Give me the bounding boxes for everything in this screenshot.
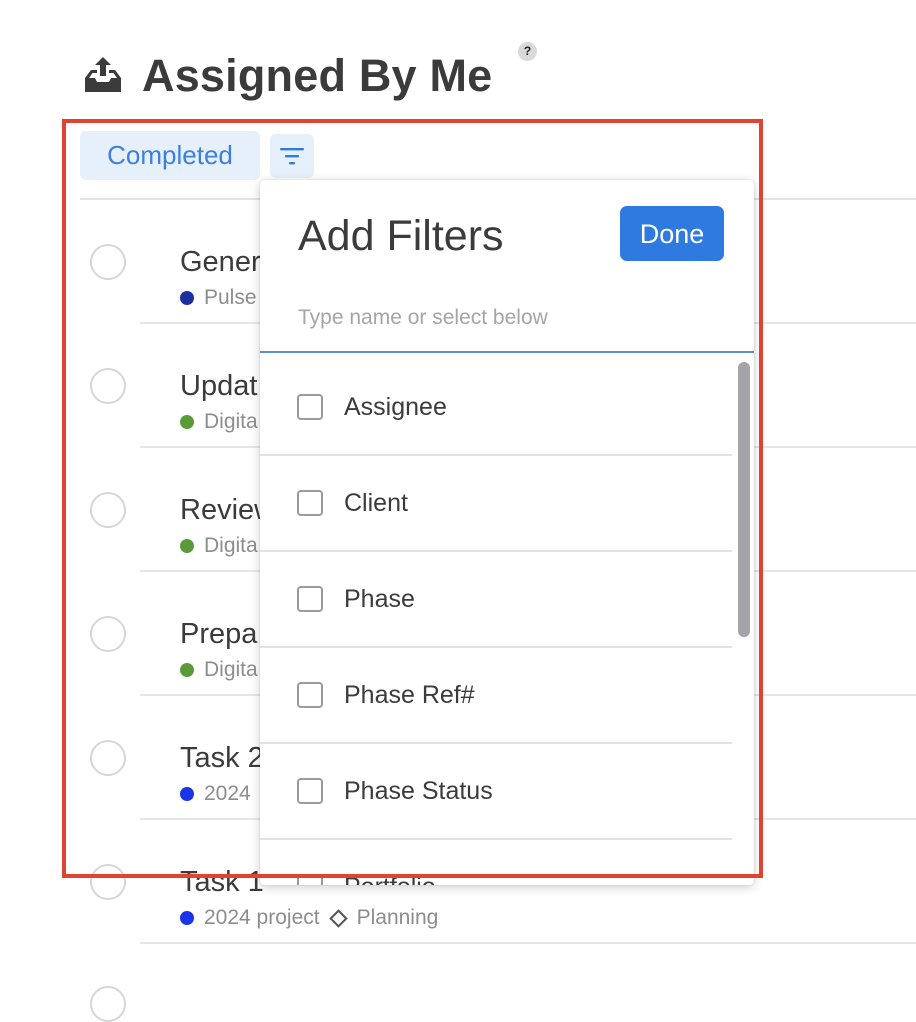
filter-option-assignee[interactable]: Assignee	[260, 360, 732, 456]
task-project: Digita	[204, 534, 258, 557]
row-divider	[140, 942, 916, 944]
task-name: Gener	[180, 246, 261, 278]
outbox-upload-icon	[82, 54, 124, 96]
filter-option-label: Portfolio	[344, 871, 436, 885]
checkbox[interactable]	[297, 586, 323, 612]
filter-button[interactable]	[270, 134, 314, 178]
task-name: Updat	[180, 370, 258, 402]
checkbox[interactable]	[297, 682, 323, 708]
filter-option-portfolio[interactable]: Portfolio	[260, 840, 732, 885]
filter-option-phase-status[interactable]: Phase Status	[260, 744, 732, 840]
project-color-dot	[180, 911, 194, 925]
task-meta: Pulse	[180, 285, 257, 311]
task-meta: 2024	[180, 781, 251, 807]
project-color-dot	[180, 291, 194, 305]
filter-option-phase[interactable]: Phase	[260, 552, 732, 648]
popover-title: Add Filters	[298, 212, 504, 260]
complete-task-toggle[interactable]	[90, 864, 126, 900]
checkbox[interactable]	[297, 874, 323, 885]
task-meta: 2024 project Planning	[180, 905, 438, 931]
task-meta: Digita	[180, 409, 258, 435]
task-project: Pulse	[204, 286, 257, 309]
project-color-dot	[180, 415, 194, 429]
task-project: Digita	[204, 658, 258, 681]
complete-task-toggle[interactable]	[90, 616, 126, 652]
help-icon[interactable]: ?	[518, 42, 537, 61]
checkbox[interactable]	[297, 394, 323, 420]
filter-option-label: Assignee	[344, 393, 447, 421]
filter-search-input[interactable]	[298, 300, 738, 336]
task-name: Task 1	[180, 866, 264, 898]
complete-task-toggle[interactable]	[90, 368, 126, 404]
filter-icon	[280, 148, 304, 165]
phase-diamond-icon	[328, 908, 348, 928]
task-meta: Digita	[180, 657, 258, 683]
complete-task-toggle[interactable]	[90, 244, 126, 280]
search-underline	[260, 351, 754, 353]
filter-option-phase-ref[interactable]: Phase Ref#	[260, 648, 732, 744]
complete-task-toggle[interactable]	[90, 492, 126, 528]
complete-task-toggle[interactable]	[90, 740, 126, 776]
task-name: Task 2	[180, 742, 264, 774]
task-project: Digita	[204, 410, 258, 433]
checkbox[interactable]	[297, 490, 323, 516]
project-color-dot	[180, 539, 194, 553]
filter-option-label: Phase Ref#	[344, 681, 475, 709]
completed-filter-chip[interactable]: Completed	[80, 131, 260, 180]
project-color-dot	[180, 787, 194, 801]
project-color-dot	[180, 663, 194, 677]
task-name: Prepa	[180, 618, 258, 650]
filter-option-client[interactable]: Client	[260, 456, 732, 552]
complete-task-toggle[interactable]	[90, 986, 126, 1022]
scrollbar-thumb[interactable]	[738, 362, 750, 637]
filter-option-label: Client	[344, 489, 408, 517]
filter-option-label: Phase	[344, 585, 415, 613]
checkbox[interactable]	[297, 778, 323, 804]
task-phase: Planning	[356, 906, 439, 929]
done-button[interactable]: Done	[620, 206, 724, 261]
task-project: 2024	[204, 782, 251, 805]
page-title: Assigned By Me	[142, 50, 493, 101]
task-project: 2024 project	[204, 906, 320, 929]
add-filters-popover: Add Filters Done Assignee Client Phase P…	[260, 180, 754, 885]
task-meta: Digita	[180, 533, 258, 559]
filter-option-label: Phase Status	[344, 777, 493, 805]
